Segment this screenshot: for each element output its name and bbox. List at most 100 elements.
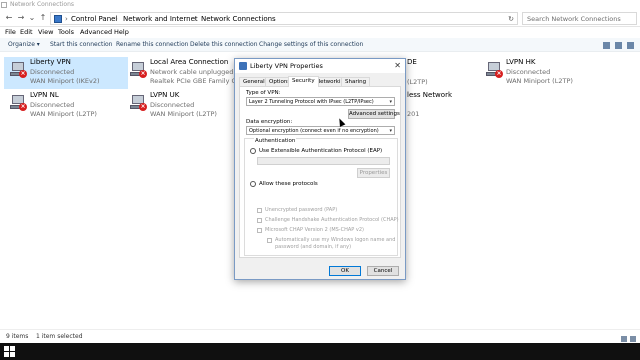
connection-status: Disconnected	[150, 101, 195, 109]
eap-properties-button[interactable]: Properties	[357, 168, 390, 178]
change-settings-button[interactable]: Change settings of this connection	[259, 38, 363, 52]
breadcrumb-separator: ›	[65, 15, 68, 23]
tiles-view-icon[interactable]	[630, 336, 636, 342]
data-encryption-label: Data encryption:	[246, 119, 293, 125]
chap-checkbox[interactable]	[257, 218, 262, 223]
command-bar: Organize ▾ Start this connection Rename …	[0, 38, 640, 52]
connection-wireless-device-partial: 201	[407, 110, 420, 118]
network-adapter-icon: ×	[10, 94, 27, 111]
vpn-type-value: Layer 2 Tunneling Protocol with IPsec (L…	[249, 99, 374, 105]
breadcrumb-separator: ›	[194, 15, 197, 23]
status-bar: 9 items 1 item selected	[0, 329, 640, 343]
vpn-type-select[interactable]: Layer 2 Tunneling Protocol with IPsec (L…	[246, 97, 395, 106]
search-input[interactable]: Search Network Connections	[522, 12, 637, 25]
connection-status: Disconnected	[30, 68, 75, 76]
pap-label: Unencrypted password (PAP)	[265, 207, 338, 213]
chap-label: Challenge Handshake Authentication Proto…	[265, 217, 399, 223]
network-adapter-icon: ×	[130, 94, 147, 111]
network-adapter-icon: ×	[10, 61, 27, 78]
menu-edit[interactable]: Edit	[20, 27, 33, 38]
connection-device: WAN Miniport (IKEv2)	[30, 77, 100, 85]
connection-device: WAN Miniport (L2TP)	[506, 77, 573, 85]
menu-file[interactable]: File	[5, 27, 16, 38]
connection-status: Disconnected	[30, 101, 75, 109]
back-arrow-icon[interactable]: ←	[4, 13, 14, 23]
menu-advanced[interactable]: Advanced	[80, 27, 112, 38]
breadcrumb-network-connections[interactable]: Network Connections	[201, 13, 276, 25]
menu-tools[interactable]: Tools	[58, 27, 74, 38]
network-adapter-icon: ×	[486, 61, 503, 78]
data-encryption-select[interactable]: Optional encryption (connect even if no …	[246, 126, 395, 135]
breadcrumb-separator: ›	[115, 15, 118, 23]
delete-connection-button[interactable]: Delete this connection	[190, 38, 258, 52]
network-connections-icon	[1, 2, 7, 8]
breadcrumb-network-and-internet[interactable]: Network and Internet	[123, 13, 198, 25]
window-title: Network Connections	[10, 1, 75, 8]
connection-name: Local Area Connection	[150, 58, 229, 66]
connection-lvpn-hk[interactable]: × LVPN HK Disconnected WAN Miniport (L2T…	[480, 57, 604, 89]
auto-windows-logon-checkbox[interactable]	[267, 238, 272, 243]
help-icon[interactable]	[627, 42, 634, 49]
address-row: ← → ⌄ ↑ › Control Panel › Network and In…	[0, 10, 640, 27]
rename-connection-button[interactable]: Rename this connection	[116, 38, 188, 52]
window-titlebar: Network Connections	[0, 0, 640, 10]
connection-liberty-vpn[interactable]: × Liberty VPN Disconnected WAN Miniport …	[4, 57, 128, 89]
eap-radio[interactable]	[250, 148, 256, 154]
eap-method-select[interactable]	[257, 157, 390, 165]
organize-button[interactable]: Organize ▾	[8, 38, 40, 52]
vpn-icon	[239, 62, 247, 70]
address-bar[interactable]: › Control Panel › Network and Internet ›…	[50, 12, 518, 25]
vpn-type-label: Type of VPN:	[246, 90, 281, 96]
up-arrow-icon[interactable]: ↑	[38, 13, 48, 23]
details-view-icon[interactable]	[621, 336, 627, 342]
connection-device: WAN Miniport (L2TP)	[30, 110, 97, 118]
connection-device: WAN Miniport (L2TP)	[150, 110, 217, 118]
allow-protocols-label: Allow these protocols	[259, 181, 318, 187]
connection-lvpn-de-name-partial[interactable]: DE	[407, 58, 417, 66]
change-view-icon[interactable]	[603, 42, 610, 49]
ok-button[interactable]: OK	[329, 266, 361, 276]
control-panel-icon	[54, 15, 62, 23]
chevron-down-icon: ▾	[389, 128, 392, 134]
authentication-group: Authentication Use Extensible Authentica…	[244, 138, 399, 256]
menu-view[interactable]: View	[38, 27, 53, 38]
connection-wireless-name-partial[interactable]: less Network	[407, 91, 452, 99]
preview-pane-icon[interactable]	[615, 42, 622, 49]
network-adapter-icon: ×	[130, 61, 147, 78]
tab-sharing[interactable]: Sharing	[341, 77, 371, 86]
taskbar	[0, 343, 640, 360]
advanced-settings-button[interactable]: Advanced settings	[348, 109, 400, 119]
windows-start-icon[interactable]	[4, 346, 15, 357]
connection-device: Realtek PCIe GBE Family C...	[150, 77, 243, 85]
forward-arrow-icon[interactable]: →	[16, 13, 26, 23]
connection-local-area[interactable]: × Local Area Connection Network cable un…	[124, 57, 242, 89]
connection-name: LVPN NL	[30, 91, 59, 99]
connection-lvpn-uk[interactable]: × LVPN UK Disconnected WAN Miniport (L2T…	[124, 90, 234, 122]
selection-count: 1 item selected	[36, 333, 83, 340]
item-count: 9 items	[6, 333, 29, 340]
vpn-properties-dialog: Liberty VPN Properties ✕ General Options…	[234, 58, 406, 280]
tab-security[interactable]: Security	[288, 76, 319, 87]
recent-chevron-icon[interactable]: ⌄	[27, 13, 37, 23]
connection-lvpn-de-device-partial: (L2TP)	[407, 78, 428, 86]
allow-protocols-radio[interactable]	[250, 181, 256, 187]
dialog-titlebar: Liberty VPN Properties ✕	[235, 59, 405, 73]
breadcrumb-control-panel[interactable]: Control Panel	[71, 13, 117, 25]
connection-name: LVPN HK	[506, 58, 536, 66]
connection-name: Liberty VPN	[30, 58, 71, 66]
cancel-button[interactable]: Cancel	[367, 266, 399, 276]
mschapv2-checkbox[interactable]	[257, 228, 262, 233]
authentication-label: Authentication	[254, 138, 297, 145]
connection-lvpn-nl[interactable]: × LVPN NL Disconnected WAN Miniport (L2T…	[4, 90, 128, 122]
start-connection-button[interactable]: Start this connection	[50, 38, 112, 52]
auto-windows-logon-label-2: password (and domain, if any)	[275, 244, 352, 250]
menu-bar: File Edit View Tools Advanced Help	[0, 27, 640, 38]
close-icon[interactable]: ✕	[394, 59, 401, 73]
view-options	[598, 41, 634, 49]
mschapv2-label: Microsoft CHAP Version 2 (MS-CHAP v2)	[265, 227, 364, 233]
pap-checkbox[interactable]	[257, 208, 262, 213]
eap-label: Use Extensible Authentication Protocol (…	[259, 148, 383, 154]
refresh-icon[interactable]: ↻	[508, 13, 514, 25]
chevron-down-icon: ▾	[389, 99, 392, 105]
menu-help[interactable]: Help	[114, 27, 129, 38]
